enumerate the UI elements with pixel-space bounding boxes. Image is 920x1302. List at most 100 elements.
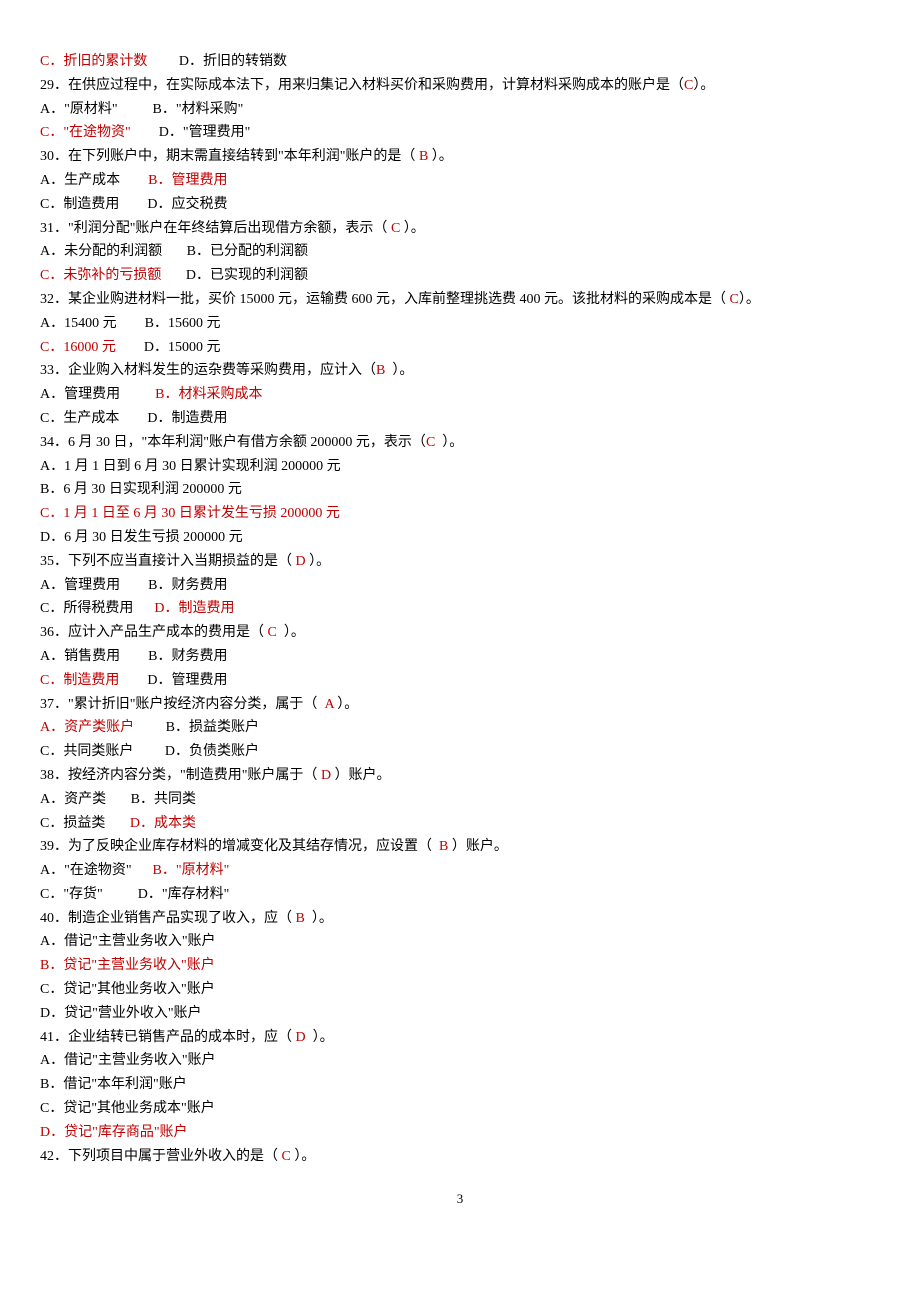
question-text: D．折旧的转销数: [147, 54, 287, 69]
text-line: A．销售费用 B．财务费用: [40, 645, 880, 669]
question-text: 33．企业购入材料发生的运杂费等采购费用，应计入（: [40, 363, 376, 378]
question-text: A．15400 元 B．15600 元: [40, 316, 220, 331]
answer-text: B．管理费用: [148, 173, 227, 188]
answer-text: B．材料采购成本: [155, 387, 262, 402]
question-text: ）。: [385, 363, 413, 378]
question-text: 34．6 月 30 日，"本年利润"账户有借方余额 200000 元，表示（: [40, 435, 426, 450]
question-text: 36．应计入产品生产成本的费用是（: [40, 625, 264, 640]
answer-text: C．制造费用: [40, 673, 119, 688]
question-text: C．制造费用 D．应交税费: [40, 197, 227, 212]
question-text: ）账户。: [452, 839, 508, 854]
question-text: D．已实现的利润额: [161, 268, 308, 283]
question-text: 37．"累计折旧"账户按经济内容分类，属于（: [40, 697, 321, 712]
question-text: 31．"利润分配"账户在年终结算后出现借方余额，表示（: [40, 221, 387, 236]
question-text: D．6 月 30 日发生亏损 200000 元: [40, 530, 243, 545]
text-line: C．折旧的累计数 D．折旧的转销数: [40, 50, 880, 74]
question-text: C．所得税费用: [40, 601, 154, 616]
answer-text: B．"原材料": [153, 863, 230, 878]
text-line: D．贷记"营业外收入"账户: [40, 1002, 880, 1026]
question-text: A．借记"主营业务收入"账户: [40, 1053, 216, 1068]
text-line: A．借记"主营业务收入"账户: [40, 1049, 880, 1073]
question-text: D．贷记"营业外收入"账户: [40, 1006, 202, 1021]
question-text: C．共同类账户 D．负债类账户: [40, 744, 259, 759]
answer-text: C．1 月 1 日至 6 月 30 日累计发生亏损 200000 元: [40, 506, 340, 521]
text-line: 42．下列项目中属于营业外收入的是（ C ）。: [40, 1145, 880, 1169]
question-text: C．"存货" D．"库存材料": [40, 887, 229, 902]
text-line: 38．按经济内容分类，"制造费用"账户属于（ D ）账户。: [40, 764, 880, 788]
question-text: 32．某企业购进材料一批，买价 15000 元，运输费 600 元，入库前整理挑…: [40, 292, 726, 307]
text-line: C．未弥补的亏损额 D．已实现的利润额: [40, 264, 880, 288]
question-text: C．贷记"其他业务成本"账户: [40, 1101, 215, 1116]
answer-text: B: [376, 363, 385, 378]
text-line: A．资产类账户 B．损益类账户: [40, 716, 880, 740]
question-text: ）。: [309, 554, 330, 569]
answer-text: C: [264, 625, 280, 640]
text-line: A．"原材料" B．"材料采购": [40, 98, 880, 122]
text-line: D．贷记"库存商品"账户: [40, 1121, 880, 1145]
answer-text: C．未弥补的亏损额: [40, 268, 161, 283]
question-text: ）。: [309, 1030, 334, 1045]
question-text: A．"在途物资": [40, 863, 153, 878]
text-line: A．"在途物资" B．"原材料": [40, 859, 880, 883]
question-text: 30．在下列账户中，期末需直接结转到"本年利润"账户的是（: [40, 149, 415, 164]
text-line: 36．应计入产品生产成本的费用是（ C ）。: [40, 621, 880, 645]
text-line: C．"在途物资" D．"管理费用": [40, 121, 880, 145]
question-text: ）账户。: [335, 768, 391, 783]
question-text: 40．制造企业销售产品实现了收入，应（: [40, 911, 292, 926]
answer-text: B．贷记"主营业务收入"账户: [40, 958, 215, 973]
question-text: D．15000 元: [116, 340, 221, 355]
question-text: 39．为了反映企业库存材料的增减变化及其结存情况，应设置（: [40, 839, 436, 854]
question-text: ）。: [337, 697, 358, 712]
question-text: C．生产成本 D．制造费用: [40, 411, 227, 426]
question-text: 42．下列项目中属于营业外收入的是（: [40, 1149, 278, 1164]
text-line: 41．企业结转已销售产品的成本时，应（ D ）。: [40, 1026, 880, 1050]
page-number: 3: [40, 1188, 880, 1210]
text-line: A．15400 元 B．15600 元: [40, 312, 880, 336]
answer-text: D: [292, 554, 309, 569]
question-text: ）。: [435, 435, 463, 450]
answer-text: D: [292, 1030, 309, 1045]
question-text: 29．在供应过程中，在实际成本法下，用来归集记入材料买价和采购费用，计算材料采购…: [40, 78, 684, 93]
question-text: A．1 月 1 日到 6 月 30 日累计实现利润 200000 元: [40, 459, 341, 474]
question-text: ）。: [404, 221, 425, 236]
answer-text: A．资产类账户: [40, 720, 134, 735]
question-text: ）。: [693, 78, 714, 93]
text-line: C．共同类账户 D．负债类账户: [40, 740, 880, 764]
answer-text: C: [684, 78, 693, 93]
question-text: B．借记"本年利润"账户: [40, 1077, 187, 1092]
question-text: A．管理费用 B．财务费用: [40, 578, 227, 593]
answer-text: D．成本类: [130, 816, 196, 831]
answer-text: B: [415, 149, 431, 164]
text-line: C．所得税费用 D．制造费用: [40, 597, 880, 621]
text-line: B．借记"本年利润"账户: [40, 1073, 880, 1097]
text-line: A．1 月 1 日到 6 月 30 日累计实现利润 200000 元: [40, 455, 880, 479]
question-text: 41．企业结转已销售产品的成本时，应（: [40, 1030, 292, 1045]
text-line: 32．某企业购进材料一批，买价 15000 元，运输费 600 元，入库前整理挑…: [40, 288, 880, 312]
question-text: A．生产成本: [40, 173, 148, 188]
text-line: 37．"累计折旧"账户按经济内容分类，属于（ A ）。: [40, 693, 880, 717]
text-line: 40．制造企业销售产品实现了收入，应（ B ）。: [40, 907, 880, 931]
answer-text: D．贷记"库存商品"账户: [40, 1125, 188, 1140]
answer-text: A: [321, 697, 337, 712]
answer-text: C．折旧的累计数: [40, 54, 147, 69]
question-text: ）。: [432, 149, 453, 164]
answer-text: B: [292, 911, 308, 926]
question-text: A．未分配的利润额 B．已分配的利润额: [40, 244, 308, 259]
question-text: A．"原材料" B．"材料采购": [40, 102, 243, 117]
question-text: ）。: [308, 911, 333, 926]
answer-text: C: [278, 1149, 294, 1164]
text-line: C．损益类 D．成本类: [40, 812, 880, 836]
text-line: C．1 月 1 日至 6 月 30 日累计发生亏损 200000 元: [40, 502, 880, 526]
text-line: 35．下列不应当直接计入当期损益的是（ D ）。: [40, 550, 880, 574]
text-line: C．贷记"其他业务成本"账户: [40, 1097, 880, 1121]
question-text: A．借记"主营业务收入"账户: [40, 934, 216, 949]
text-line: A．管理费用 B．材料采购成本: [40, 383, 880, 407]
question-text: A．销售费用 B．财务费用: [40, 649, 227, 664]
answer-text: D: [317, 768, 334, 783]
text-line: A．生产成本 B．管理费用: [40, 169, 880, 193]
answer-text: C．16000 元: [40, 340, 116, 355]
text-line: C．贷记"其他业务收入"账户: [40, 978, 880, 1002]
text-line: C．生产成本 D．制造费用: [40, 407, 880, 431]
text-line: 31．"利润分配"账户在年终结算后出现借方余额，表示（ C ）。: [40, 217, 880, 241]
text-line: B．6 月 30 日实现利润 200000 元: [40, 478, 880, 502]
